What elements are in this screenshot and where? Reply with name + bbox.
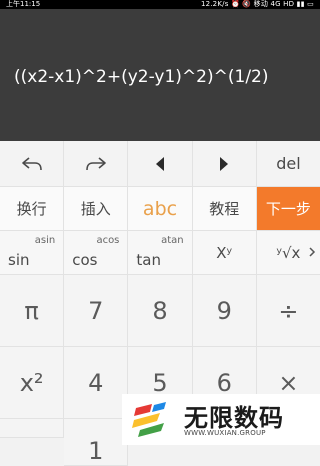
key-row-1: π 7 8 9 ÷	[0, 275, 320, 347]
divide-key[interactable]: ÷	[256, 275, 320, 347]
power-label: Xʸ	[216, 243, 233, 262]
cursor-left-button[interactable]	[128, 141, 193, 187]
pi-key[interactable]: π	[0, 275, 65, 347]
function-row: asin sin acos cos atan tan Xʸ ʸ√x	[0, 231, 320, 275]
digit-8-key[interactable]: 8	[128, 275, 193, 347]
expression-text: ((x2-x1)^2+(y2-y1)^2)^(1/2)	[14, 67, 269, 87]
status-indicators: 12.2K/s ⏰ 🔇 移动 4G HD ▮▮ ▭	[200, 0, 314, 8]
sin-label: sin	[8, 251, 30, 269]
atan-label: atan	[161, 235, 184, 246]
chevron-right-icon	[309, 247, 316, 257]
cos-label: cos	[72, 251, 98, 269]
tan-label: tan	[136, 251, 161, 269]
acos-label: acos	[96, 235, 120, 246]
asin-label: asin	[34, 235, 56, 246]
status-time: 上午11:15	[6, 0, 41, 8]
next-step-button[interactable]: 下一步	[256, 187, 320, 231]
delete-button[interactable]: del	[256, 141, 320, 187]
mode-row: 换行 插入 abc 教程 下一步	[0, 187, 320, 231]
row3-key-1[interactable]	[0, 419, 65, 438]
navigation-row: del	[0, 141, 320, 187]
delete-label: del	[276, 154, 301, 173]
cursor-left-icon	[154, 156, 166, 172]
digit-9-key[interactable]: 9	[192, 275, 257, 347]
cos-button[interactable]: acos cos	[64, 231, 129, 275]
root-label: ʸ√x	[276, 243, 301, 262]
undo-button[interactable]	[0, 141, 65, 187]
sin-button[interactable]: asin sin	[0, 231, 65, 275]
cursor-right-icon	[218, 156, 230, 172]
watermark-subtitle: WWW.WUXIAN.GROUP	[184, 429, 266, 437]
abc-keyboard-button[interactable]: abc	[128, 187, 193, 231]
expression-display[interactable]: ((x2-x1)^2+(y2-y1)^2)^(1/2)	[0, 9, 320, 141]
root-button[interactable]: ʸ√x	[256, 231, 320, 275]
insert-label: 插入	[80, 200, 111, 218]
cursor-right-button[interactable]	[192, 141, 257, 187]
undo-icon	[21, 156, 43, 172]
watermark-title: 无限数码	[184, 404, 284, 432]
next-step-label: 下一步	[265, 200, 311, 218]
watermark: 无限数码 WWW.WUXIAN.GROUP	[122, 394, 320, 445]
tutorial-label: 教程	[209, 200, 240, 218]
digit-1-key[interactable]: 1	[64, 419, 129, 466]
digit-7-key[interactable]: 7	[64, 275, 129, 347]
watermark-logo-icon	[130, 400, 170, 440]
tutorial-button[interactable]: 教程	[192, 187, 257, 231]
abc-label: abc	[142, 197, 178, 220]
insert-button[interactable]: 插入	[64, 187, 129, 231]
redo-icon	[85, 156, 107, 172]
square-key[interactable]: x²	[0, 347, 65, 419]
newline-label: 换行	[16, 200, 47, 218]
redo-button[interactable]	[64, 141, 129, 187]
power-button[interactable]: Xʸ	[192, 231, 257, 275]
digit-4-key[interactable]: 4	[64, 347, 129, 419]
tan-button[interactable]: atan tan	[128, 231, 193, 275]
status-bar: 上午11:15 12.2K/s ⏰ 🔇 移动 4G HD ▮▮ ▭	[0, 0, 320, 9]
newline-button[interactable]: 换行	[0, 187, 65, 231]
